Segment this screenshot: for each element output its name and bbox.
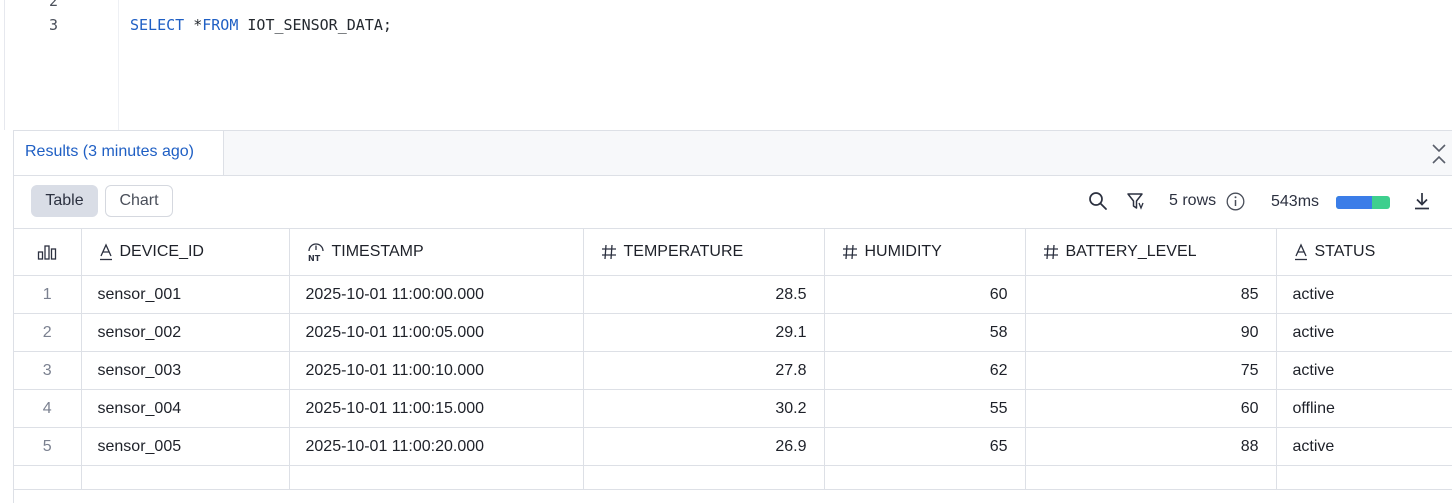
- table-cell[interactable]: 2025-10-01 11:00:05.000: [289, 313, 584, 352]
- empty-cell: [1025, 465, 1277, 490]
- table-cell[interactable]: sensor_004: [81, 389, 290, 428]
- number-type-icon: [1043, 244, 1058, 260]
- table-row[interactable]: 2 sensor_002 2025-10-01 11:00:05.000 29.1 58…: [14, 313, 1452, 352]
- sql-star: *: [184, 16, 203, 34]
- table-cell[interactable]: 2025-10-01 11:00:20.000: [289, 427, 584, 466]
- row-number: 5: [14, 427, 82, 466]
- table-cell[interactable]: 28.5: [583, 275, 825, 314]
- column-header-label: TEMPERATURE: [623, 243, 744, 260]
- collapse-icon[interactable]: [1431, 143, 1447, 165]
- info-icon[interactable]: [1226, 192, 1245, 211]
- empty-cell: [583, 465, 825, 490]
- row-number: 1: [14, 275, 82, 314]
- empty-row: [14, 465, 1452, 490]
- column-header-label: DEVICE_ID: [119, 243, 204, 260]
- table-cell[interactable]: sensor_005: [81, 427, 290, 466]
- empty-cell: [81, 465, 290, 490]
- column-header-device-id[interactable]: DEVICE_ID: [81, 228, 290, 276]
- empty-cell: [289, 465, 584, 490]
- editor-gutter-divider: [118, 0, 119, 130]
- search-icon[interactable]: [1088, 191, 1108, 211]
- table-cell[interactable]: 75: [1025, 351, 1277, 390]
- table-cell[interactable]: 29.1: [583, 313, 825, 352]
- table-cell[interactable]: 58: [824, 313, 1026, 352]
- table-cell[interactable]: sensor_003: [81, 351, 290, 390]
- table-cell[interactable]: 60: [824, 275, 1026, 314]
- filter-icon[interactable]: [1126, 191, 1146, 211]
- download-icon[interactable]: [1412, 191, 1432, 211]
- column-stats-icon: [38, 245, 57, 260]
- table-cell[interactable]: sensor_001: [81, 275, 290, 314]
- table-cell[interactable]: active: [1276, 351, 1452, 390]
- table-cell[interactable]: active: [1276, 275, 1452, 314]
- row-number: 4: [14, 389, 82, 428]
- table-cell[interactable]: 60: [1025, 389, 1277, 428]
- timing-bar-compile-segment: [1336, 196, 1373, 209]
- table-cell[interactable]: offline: [1276, 389, 1452, 428]
- header-row: DEVICE_ID NT TIMESTAMP TEMPERATURE HUMID…: [14, 228, 1452, 276]
- table-cell[interactable]: 27.8: [583, 351, 825, 390]
- code-line[interactable]: SELECT *FROM IOT_SENSOR_DATA;: [130, 16, 392, 34]
- table-cell[interactable]: 30.2: [583, 389, 825, 428]
- empty-cell: [1276, 465, 1452, 490]
- column-stats-header[interactable]: [14, 228, 82, 276]
- results-panel: Results (3 minutes ago) Table Chart 5 ro…: [13, 130, 1452, 503]
- column-header-label: HUMIDITY: [864, 243, 942, 260]
- table-cell[interactable]: 88: [1025, 427, 1277, 466]
- table-cell[interactable]: 26.9: [583, 427, 825, 466]
- number-type-icon: [601, 244, 616, 260]
- empty-cell: [824, 465, 1026, 490]
- table-row[interactable]: 3 sensor_003 2025-10-01 11:00:10.000 27.8 62…: [14, 351, 1452, 390]
- column-header-battery-level[interactable]: BATTERY_LEVEL: [1025, 228, 1277, 276]
- results-grid: DEVICE_ID NT TIMESTAMP TEMPERATURE HUMID…: [14, 228, 1452, 490]
- sql-keyword-select: SELECT: [130, 16, 185, 34]
- line-number: 3: [48, 16, 58, 34]
- table-cell[interactable]: 62: [824, 351, 1026, 390]
- column-header-status[interactable]: STATUS: [1276, 228, 1452, 276]
- svg-text:NT: NT: [308, 254, 321, 262]
- number-type-icon: [842, 244, 857, 260]
- table-row[interactable]: 1 sensor_001 2025-10-01 11:00:00.000 28.5 60…: [14, 275, 1452, 314]
- column-header-label: BATTERY_LEVEL: [1065, 243, 1197, 260]
- results-tab-label: Results (3 minutes ago): [25, 143, 194, 160]
- table-cell[interactable]: 85: [1025, 275, 1277, 314]
- empty-cell: [14, 465, 82, 490]
- table-row[interactable]: 4 sensor_004 2025-10-01 11:00:15.000 30.2 55…: [14, 389, 1452, 428]
- column-header-temperature[interactable]: TEMPERATURE: [583, 228, 825, 276]
- query-duration: 543ms: [1271, 193, 1320, 210]
- table-row[interactable]: 5 sensor_005 2025-10-01 11:00:20.000 26.9 65…: [14, 427, 1452, 466]
- column-header-label: STATUS: [1314, 243, 1376, 260]
- timing-bar: [1336, 196, 1390, 209]
- results-toolbar: Table Chart 5 rows 543ms: [14, 176, 1452, 228]
- table-cell[interactable]: 90: [1025, 313, 1277, 352]
- line-number: 2: [48, 0, 58, 10]
- table-cell[interactable]: 2025-10-01 11:00:00.000: [289, 275, 584, 314]
- column-header-humidity[interactable]: HUMIDITY: [824, 228, 1026, 276]
- table-cell[interactable]: sensor_002: [81, 313, 290, 352]
- sql-editor[interactable]: 2 3 SELECT *FROM IOT_SENSOR_DATA;: [0, 0, 1452, 130]
- chart-view-button[interactable]: Chart: [105, 185, 173, 217]
- table-cell[interactable]: 2025-10-01 11:00:15.000: [289, 389, 584, 428]
- table-cell[interactable]: active: [1276, 427, 1452, 466]
- column-header-label: TIMESTAMP: [331, 243, 424, 260]
- row-number: 2: [14, 313, 82, 352]
- timestamp-ntz-type-icon: NT: [308, 243, 324, 262]
- text-type-icon: [99, 243, 112, 261]
- table-cell[interactable]: 2025-10-01 11:00:10.000: [289, 351, 584, 390]
- row-number: 3: [14, 351, 82, 390]
- table-cell[interactable]: active: [1276, 313, 1452, 352]
- table-cell[interactable]: 55: [824, 389, 1026, 428]
- sql-keyword-from: FROM: [202, 16, 239, 34]
- editor-left-border: [4, 0, 5, 130]
- table-view-button[interactable]: Table: [31, 185, 98, 217]
- results-tab[interactable]: Results (3 minutes ago): [14, 131, 224, 175]
- results-tab-bar: Results (3 minutes ago): [14, 131, 1452, 176]
- sql-table-name: IOT_SENSOR_DATA;: [238, 16, 392, 34]
- table-cell[interactable]: 65: [824, 427, 1026, 466]
- text-type-icon: [1294, 243, 1307, 261]
- row-count: 5 rows: [1169, 192, 1217, 209]
- column-header-timestamp[interactable]: NT TIMESTAMP: [289, 228, 584, 276]
